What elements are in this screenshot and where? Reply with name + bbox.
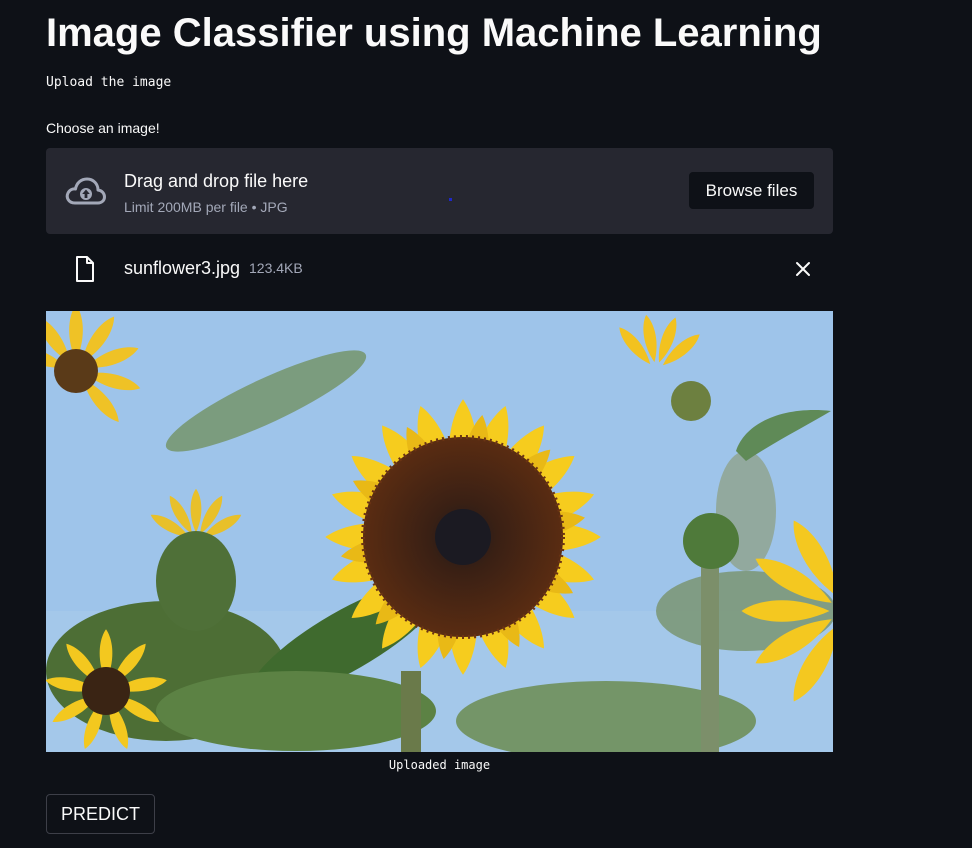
dropzone-limit: Limit 200MB per file • JPG xyxy=(124,199,288,215)
page-title: Image Classifier using Machine Learning xyxy=(46,11,822,55)
page-subtitle: Upload the image xyxy=(46,75,172,90)
browse-files-button[interactable]: Browse files xyxy=(689,172,814,209)
file-icon xyxy=(76,256,94,282)
dropzone-instructions: Drag and drop file here xyxy=(124,171,309,191)
uploaded-file-name: sunflower3.jpg xyxy=(124,258,241,278)
sunflower-photo xyxy=(46,311,833,752)
file-dropzone[interactable]: Drag and drop file here Limit 200MB per … xyxy=(46,148,833,234)
close-icon[interactable] xyxy=(790,256,816,282)
uploaded-file-row: sunflower3.jpg 123.4KB xyxy=(46,248,833,288)
app-page: Image Classifier using Machine Learning … xyxy=(0,0,972,848)
predict-button[interactable]: PREDICT xyxy=(46,794,155,834)
uploaded-file-size: 123.4KB xyxy=(249,260,303,276)
cursor-mark xyxy=(449,198,452,201)
cloud-upload-icon xyxy=(65,177,106,205)
image-caption: Uploaded image xyxy=(388,758,491,772)
uploaded-image xyxy=(46,311,833,752)
uploader-label: Choose an image! xyxy=(46,120,160,136)
